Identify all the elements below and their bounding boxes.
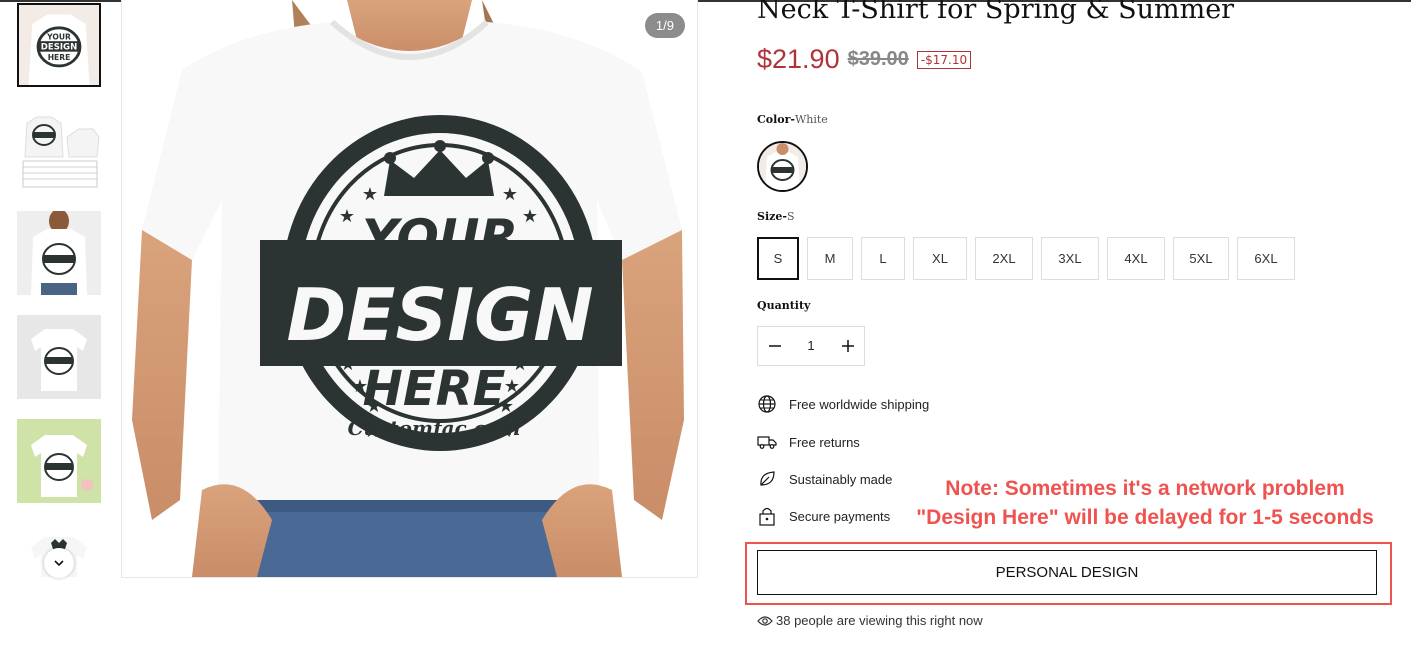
svg-text:★: ★ [502, 184, 518, 205]
viewers-count: 38 people are viewing this right now [757, 613, 983, 628]
viewers-text: 38 people are viewing this right now [776, 613, 983, 628]
eye-icon [757, 615, 773, 626]
minus-icon [768, 345, 781, 347]
size-option-s[interactable]: S [757, 237, 799, 280]
feature-label: Secure payments [789, 508, 891, 524]
size-label: Size-S [757, 210, 795, 223]
size-options: S M L XL 2XL 3XL 4XL 5XL 6XL [757, 237, 1295, 280]
feature-secure-payments: Secure payments [757, 506, 890, 526]
print-brand: Customfac.com [348, 416, 521, 440]
svg-text:★: ★ [319, 237, 335, 258]
main-product-image[interactable]: ★ ★ ★ ★ ★ ★ ★ ★ ★ ★ ★ ★ ★ ★ ★ ★ YOUR DESIGN HERE… [121, 0, 698, 578]
network-delay-note: Note: Sometimes it's a network problem "… [880, 474, 1410, 532]
size-value: S [786, 210, 795, 223]
print-line-3: HERE [363, 361, 506, 417]
svg-text:★: ★ [522, 206, 538, 227]
note-line-1: Note: Sometimes it's a network problem [945, 477, 1345, 500]
color-label: Color-White [757, 113, 828, 126]
feature-label: Free worldwide shipping [789, 396, 930, 412]
size-option-5xl[interactable]: 5XL [1173, 237, 1229, 280]
savings-badge: -$17.10 [916, 50, 972, 69]
quantity-input[interactable]: 1 [791, 327, 831, 365]
svg-text:DESIGN: DESIGN [41, 43, 78, 53]
sale-price: $21.90 [757, 44, 840, 74]
thumbnail-5[interactable] [17, 419, 101, 503]
feature-returns: Free returns [757, 432, 860, 452]
quantity-increase-button[interactable] [831, 327, 864, 365]
quantity-stepper: 1 [757, 326, 865, 366]
thumbnail-2[interactable] [17, 107, 101, 191]
svg-text:★: ★ [512, 354, 528, 375]
price-row: $21.90 $39.00 -$17.10 [757, 44, 972, 75]
svg-text:★: ★ [504, 376, 520, 397]
quantity-label: Quantity [757, 299, 811, 312]
size-option-3xl[interactable]: 3XL [1041, 237, 1099, 280]
svg-text:★: ★ [340, 354, 356, 375]
size-option-4xl[interactable]: 4XL [1107, 237, 1165, 280]
leaf-icon [757, 469, 777, 489]
quantity-decrease-button[interactable] [758, 327, 791, 365]
color-swatch-white[interactable] [757, 141, 808, 192]
size-option-2xl[interactable]: 2XL [975, 237, 1033, 280]
personal-design-button[interactable]: PERSONAL DESIGN [757, 550, 1377, 595]
size-option-6xl[interactable]: 6XL [1237, 237, 1295, 280]
thumbnail-1[interactable]: YOUR DESIGN HERE [17, 3, 101, 87]
image-counter: 1/9 [644, 13, 685, 38]
size-option-l[interactable]: L [861, 237, 905, 280]
svg-text:YOUR: YOUR [46, 32, 71, 41]
svg-text:★: ★ [339, 206, 355, 227]
thumbnail-scroll-down-button[interactable] [44, 548, 74, 578]
lock-icon [757, 506, 777, 526]
size-option-m[interactable]: M [807, 237, 853, 280]
plus-icon [841, 340, 854, 352]
feature-shipping: Free worldwide shipping [757, 394, 929, 414]
swatch-image [759, 143, 806, 190]
thumbnail-4[interactable] [17, 315, 101, 399]
truck-icon [757, 432, 777, 452]
chevron-down-icon [54, 560, 64, 567]
thumbnail-3[interactable] [17, 211, 101, 295]
size-option-xl[interactable]: XL [913, 237, 967, 280]
feature-label: Free returns [789, 434, 860, 450]
product-title: Neck T-Shirt for Spring & Summer [757, 0, 1235, 25]
svg-text:★: ★ [362, 184, 378, 205]
svg-text:★: ★ [542, 237, 558, 258]
thumbnail-gallery: YOUR DESIGN HERE [17, 3, 101, 577]
color-value: White [794, 113, 828, 126]
print-line-2: DESIGN [287, 273, 594, 357]
note-line-2: "Design Here" will be delayed for 1-5 se… [916, 506, 1374, 529]
feature-sustainable: Sustainably made [757, 469, 892, 489]
feature-label: Sustainably made [789, 471, 893, 487]
globe-icon [757, 394, 777, 414]
tshirt-photo: ★ ★ ★ ★ ★ ★ ★ ★ ★ ★ ★ ★ ★ ★ ★ ★ YOUR DESIGN HERE… [122, 0, 697, 577]
print-line-1: YOUR [362, 209, 518, 267]
compare-price: $39.00 [847, 48, 909, 70]
svg-text:HERE: HERE [48, 53, 71, 62]
